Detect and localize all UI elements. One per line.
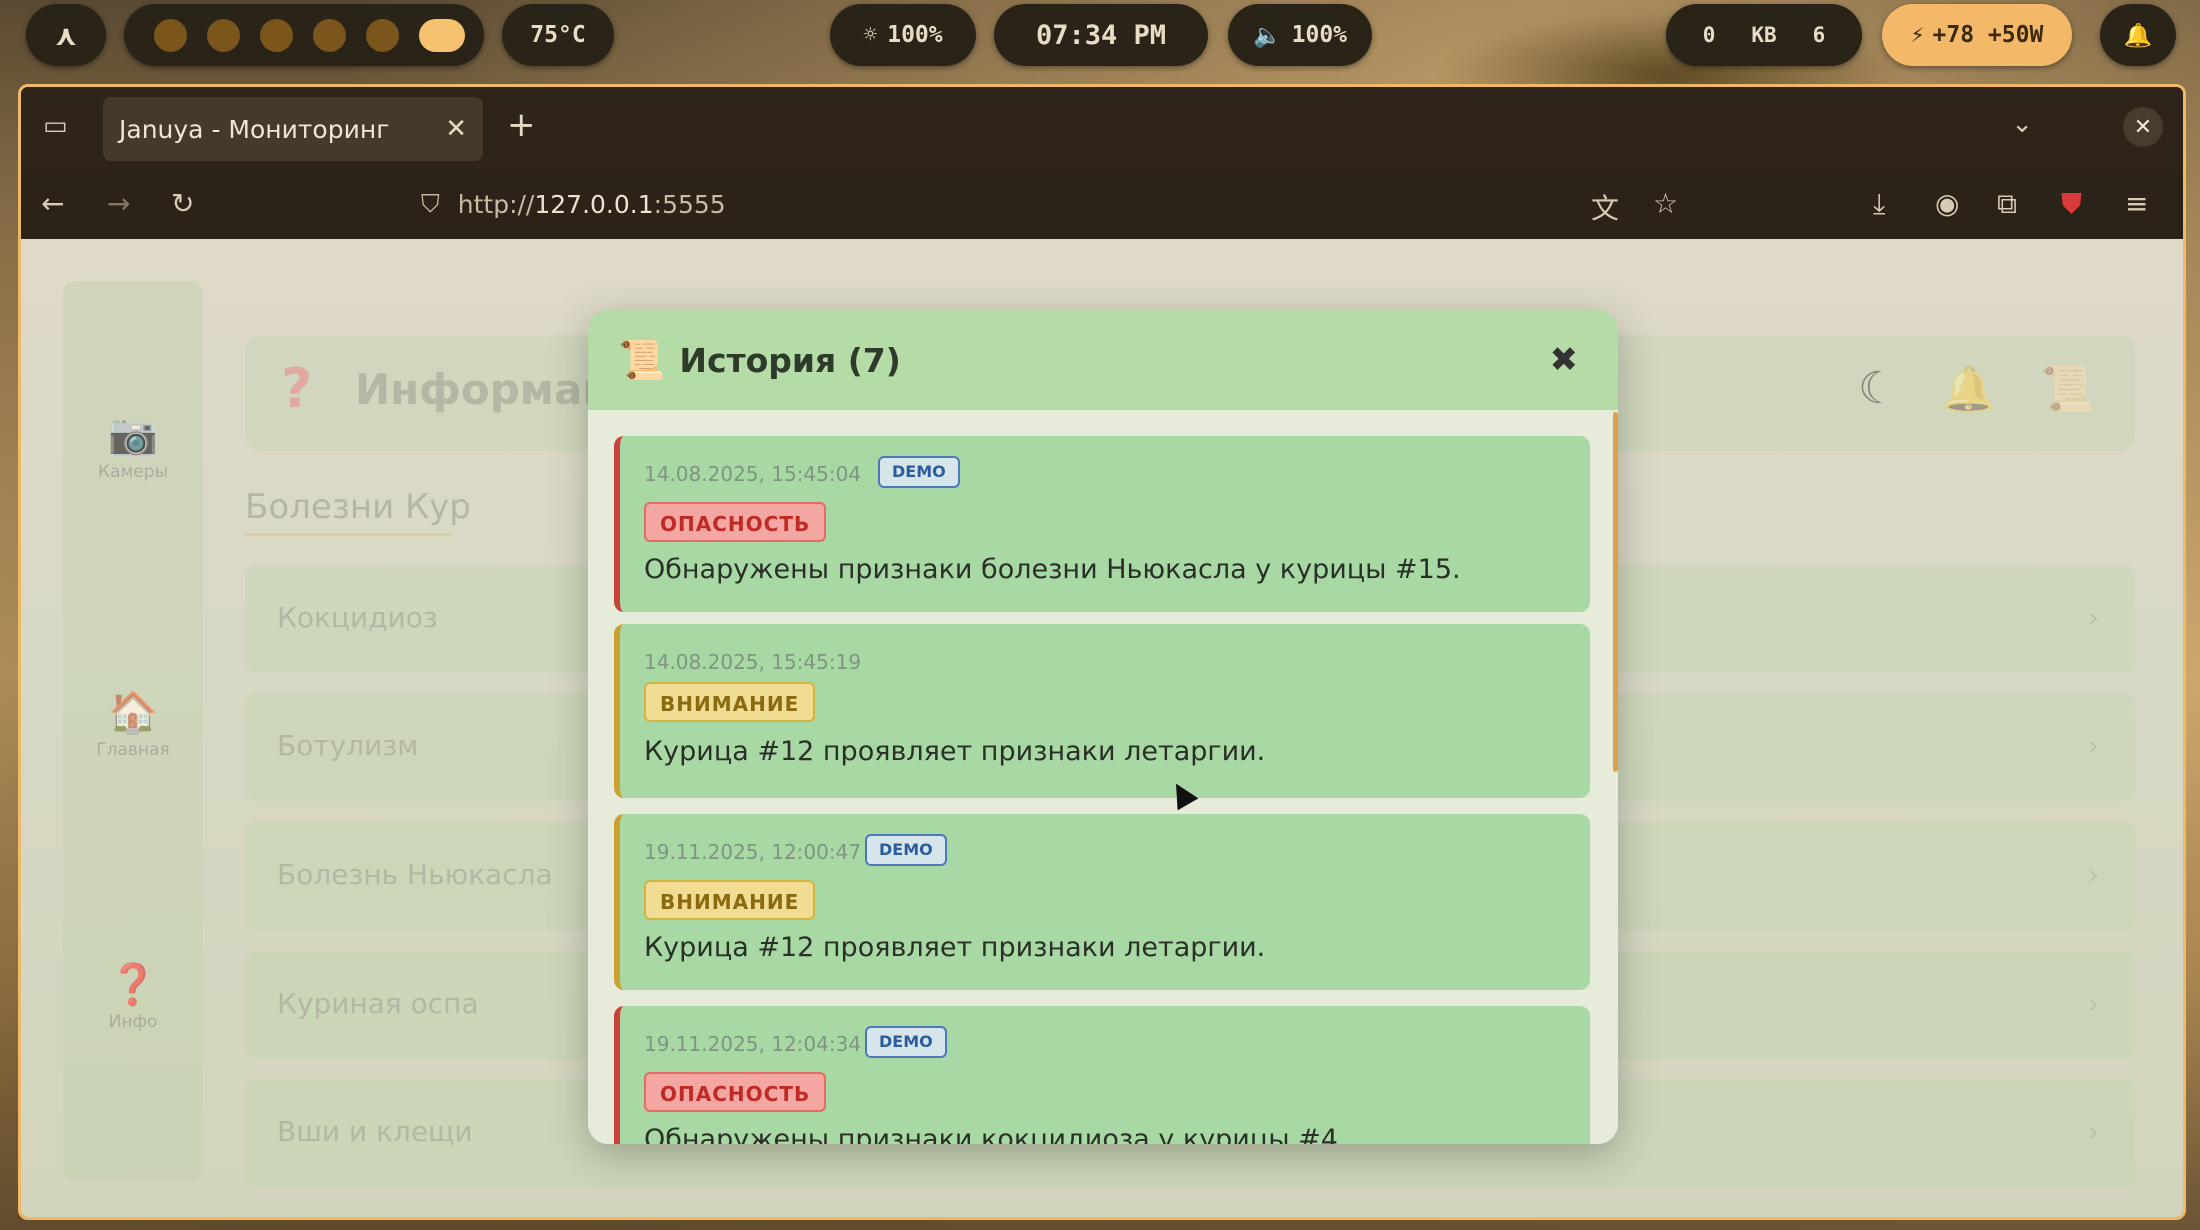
sun-icon: ☼ — [863, 22, 878, 48]
net-up-value: 6 — [1812, 23, 1826, 47]
scrollbar[interactable] — [1613, 412, 1618, 772]
tab-bar: ▭ Januya - Мониторинг ✕ + ⌄ ✕ — [21, 87, 2183, 169]
workspace-1[interactable] — [154, 18, 187, 52]
back-icon[interactable]: ← — [41, 187, 64, 220]
account-icon[interactable]: ◉ — [1935, 187, 1959, 220]
entry-message: Курица #12 проявляет признаки летаргии. — [644, 932, 1266, 963]
lightning-icon: ⚡ — [1910, 22, 1925, 48]
net-down-value: 0 — [1702, 23, 1716, 47]
reload-icon[interactable]: ↻ — [171, 187, 194, 220]
url-bar[interactable]: ⛉ http://127.0.0.1:5555 — [401, 177, 1691, 231]
demo-badge: DEMO — [865, 1026, 947, 1058]
history-entry: 14.08.2025, 15:45:04 DEMO ОПАСНОСТЬ Обна… — [614, 436, 1590, 612]
notifications-button[interactable]: 🔔 — [2100, 4, 2176, 66]
entry-timestamp: 19.11.2025, 12:04:34 — [644, 1032, 862, 1056]
history-list[interactable]: 14.08.2025, 15:45:04 DEMO ОПАСНОСТЬ Обна… — [588, 410, 1618, 1144]
chevron-down-icon[interactable]: ⌄ — [2011, 109, 2033, 139]
extensions-icon[interactable]: ⧉ — [1997, 187, 2017, 221]
modal-header: 📜 История (7) ✖ — [588, 310, 1618, 410]
network-speed: 0 KB 6 — [1666, 4, 1862, 66]
net-unit: KB — [1751, 23, 1777, 47]
nav-bar: ← → ↻ ⛉ http://127.0.0.1:5555 文 ☆ ⤓ ◉ ⧉ … — [21, 169, 2183, 239]
power-indicator[interactable]: ⚡ +78 +50W — [1882, 4, 2072, 66]
new-tab-button[interactable]: + — [507, 105, 536, 145]
modal-title: История (7) — [679, 340, 901, 380]
power-value: +78 +50W — [1932, 22, 2044, 48]
level-badge: ОПАСНОСТЬ — [644, 1072, 827, 1112]
entry-timestamp: 19.11.2025, 12:00:47 — [644, 840, 862, 864]
star-icon[interactable]: ☆ — [1653, 187, 1678, 220]
tab-list-icon[interactable]: ▭ — [43, 111, 68, 141]
close-icon[interactable]: ✖ — [1550, 340, 1579, 380]
workspace-3[interactable] — [260, 18, 293, 52]
entry-message: Обнаружены признаки болезни Ньюкасла у к… — [644, 554, 1461, 585]
cpu-temperature: 75°C — [502, 4, 614, 66]
launcher-button[interactable]: ⋏ — [26, 4, 106, 66]
bell-icon: 🔔 — [2123, 22, 2153, 49]
workspace-2[interactable] — [207, 18, 240, 52]
url-text[interactable]: http://127.0.0.1:5555 — [458, 190, 726, 219]
volume-indicator[interactable]: 🔈 100% — [1228, 4, 1372, 66]
entry-message: Курица #12 проявляет признаки летаргии. — [644, 736, 1266, 767]
forward-icon[interactable]: → — [107, 187, 130, 220]
window-close-button[interactable]: ✕ — [2123, 107, 2163, 147]
entry-timestamp: 14.08.2025, 15:45:19 — [644, 650, 862, 674]
history-entry: 19.11.2025, 12:00:47 DEMO ВНИМАНИЕ Куриц… — [614, 814, 1590, 990]
launcher-icon: ⋏ — [54, 18, 78, 52]
system-topbar: ⋏ 75°C ☼ 100% 07:34 PM 🔈 100% 0 KB 6 ⚡ +… — [0, 4, 2200, 68]
workspace-5[interactable] — [366, 18, 399, 52]
level-badge: ОПАСНОСТЬ — [644, 502, 827, 542]
url-port: :5555 — [653, 189, 726, 219]
level-badge: ВНИМАНИЕ — [644, 880, 816, 920]
demo-badge: DEMO — [865, 834, 947, 866]
level-badge: ВНИМАНИЕ — [644, 682, 816, 722]
workspace-4[interactable] — [313, 18, 346, 52]
ublock-icon[interactable]: ⛊ — [2061, 187, 2082, 221]
workspaces — [124, 4, 484, 66]
scroll-icon: 📜 — [618, 337, 666, 382]
tab-title: Januya - Мониторинг — [119, 114, 390, 144]
speaker-icon: 🔈 — [1252, 22, 1282, 49]
brightness-indicator[interactable]: ☼ 100% — [830, 4, 976, 66]
tab-close-icon[interactable]: ✕ — [445, 114, 467, 144]
shield-icon[interactable]: ⛉ — [421, 189, 440, 219]
tab-active[interactable]: Januya - Мониторинг ✕ — [103, 97, 483, 161]
demo-badge: DEMO — [878, 456, 960, 488]
entry-message: Обнаружены признаки кокцидиоза у курицы … — [644, 1124, 1347, 1144]
menu-icon[interactable]: ≡ — [2125, 187, 2148, 220]
workspace-6-active[interactable] — [419, 18, 465, 52]
history-entry: 14.08.2025, 15:45:19 ВНИМАНИЕ Курица #12… — [614, 624, 1590, 798]
url-scheme: http:// — [457, 189, 535, 219]
history-entry: 19.11.2025, 12:04:34 DEMO ОПАСНОСТЬ Обна… — [614, 1006, 1590, 1144]
history-modal: 📜 История (7) ✖ 14.08.2025, 15:45:04 DEM… — [588, 310, 1618, 1144]
volume-value: 100% — [1291, 22, 1348, 48]
url-host: 127.0.0.1 — [534, 189, 654, 219]
brightness-value: 100% — [887, 22, 943, 48]
entry-timestamp: 14.08.2025, 15:45:04 — [644, 462, 862, 486]
download-icon[interactable]: ⤓ — [1873, 187, 1885, 221]
clock[interactable]: 07:34 PM — [994, 4, 1208, 66]
translate-icon[interactable]: 文 — [1591, 187, 1619, 227]
